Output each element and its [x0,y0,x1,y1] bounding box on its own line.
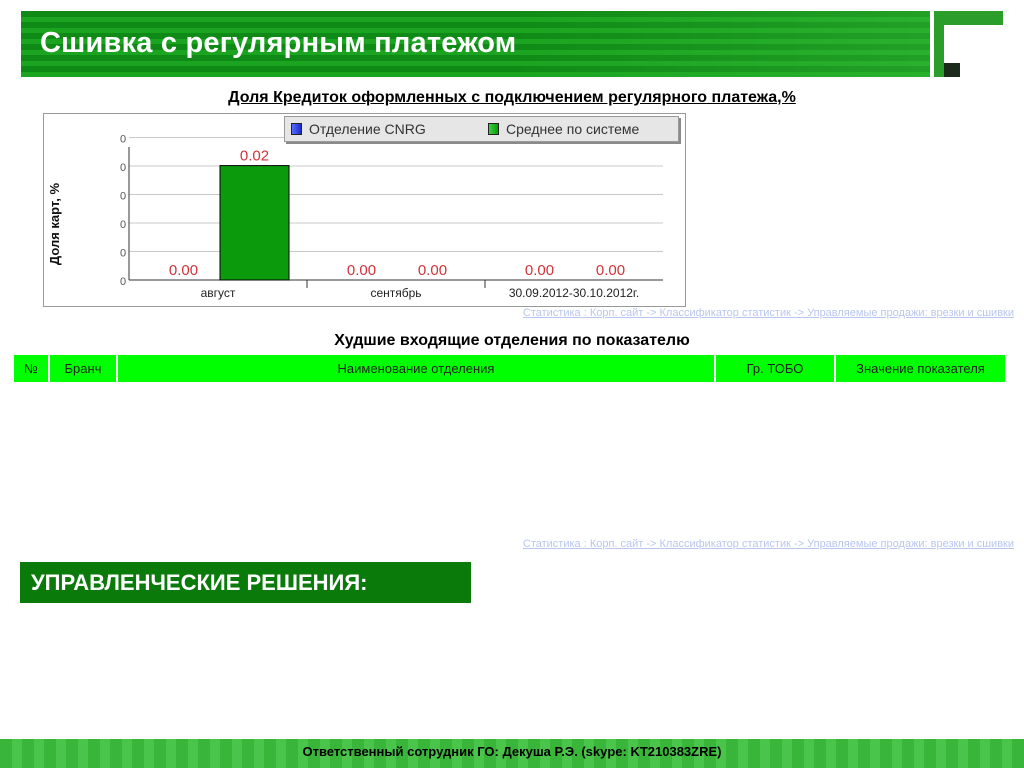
chart-title: Доля Кредиток оформленных с подключением… [228,89,796,106]
table-source-link[interactable]: Статистика : Корп. сайт -> Классификатор… [523,538,1014,550]
y-tick-label: 0 [120,276,126,288]
table-header-row: № Бранч Наименование отделения Гр. ТОБО … [14,355,1005,382]
bank-logo [934,11,1003,77]
data-label: 0.00 [525,262,554,279]
column-header-value: Значение показателя [835,355,1005,382]
header-fade [510,11,930,77]
y-tick-label: 0 [120,134,126,146]
bar-series2 [219,165,290,281]
y-axis-title: Доля карт, % [47,182,62,265]
chart-canvas: 000000Доля карт, %0.000.02август0.00 0.00… [47,134,663,300]
column-header-branch: Бранч [49,355,118,382]
legend-label-series2: Среднее по системе [506,121,640,137]
y-tick-label: 0 [120,191,126,203]
y-tick-label: 0 [120,248,126,260]
management-decisions-banner: УПРАВЛЕНЧЕСКИЕ РЕШЕНИЯ: [20,562,471,603]
x-tick-label: август [201,286,236,300]
chart-legend: Отделение CNRG Среднее по системе [284,116,679,142]
bar-chart: 0 0 0 0 0 0 Доля карт, % 0.00 0.02 август 0.00 0.00… [43,113,686,307]
page-title: Сшивка с регулярным платежом [40,27,517,59]
worst-branches-table: № Бранч Наименование отделения Гр. ТОБО … [14,355,1005,382]
data-label: 0.02 [240,148,269,165]
legend-swatch-series1 [291,123,302,135]
legend-item-series1: Отделение CNRG [291,121,426,137]
legend-item-series2: Среднее по системе [488,121,639,137]
y-tick-label: 0 [120,219,126,231]
logo-dark-block [944,63,960,77]
column-header-tobo-group: Гр. ТОБО [715,355,836,382]
legend-label-series1: Отделение CNRG [309,121,426,137]
column-header-name: Наименование отделения [117,355,716,382]
data-label: 0.00 [169,262,198,279]
x-tick-label: 30.09.2012-30.10.2012г. [509,286,639,300]
worst-branches-title: Худшие входящие отделения по показателю [334,332,690,349]
footer-bar: Ответственный сотрудник ГО: Декуша Р.Э. … [0,739,1024,768]
legend-swatch-series2 [488,123,499,135]
chart-source-link[interactable]: Статистика : Корп. сайт -> Классификатор… [523,307,1014,319]
header-banner: Сшивка с регулярным платежом [21,11,930,77]
column-header-number: № [14,355,50,382]
data-label: 0.00 [596,262,625,279]
x-tick-label: сентябрь [370,286,421,300]
footer-text: Ответственный сотрудник ГО: Декуша Р.Э. … [302,744,722,759]
y-tick-label: 0 [120,162,126,174]
data-label: 0.00 [418,262,447,279]
management-decisions-title: УПРАВЛЕНЧЕСКИЕ РЕШЕНИЯ: [31,570,368,595]
data-label: 0.00 [347,262,376,279]
